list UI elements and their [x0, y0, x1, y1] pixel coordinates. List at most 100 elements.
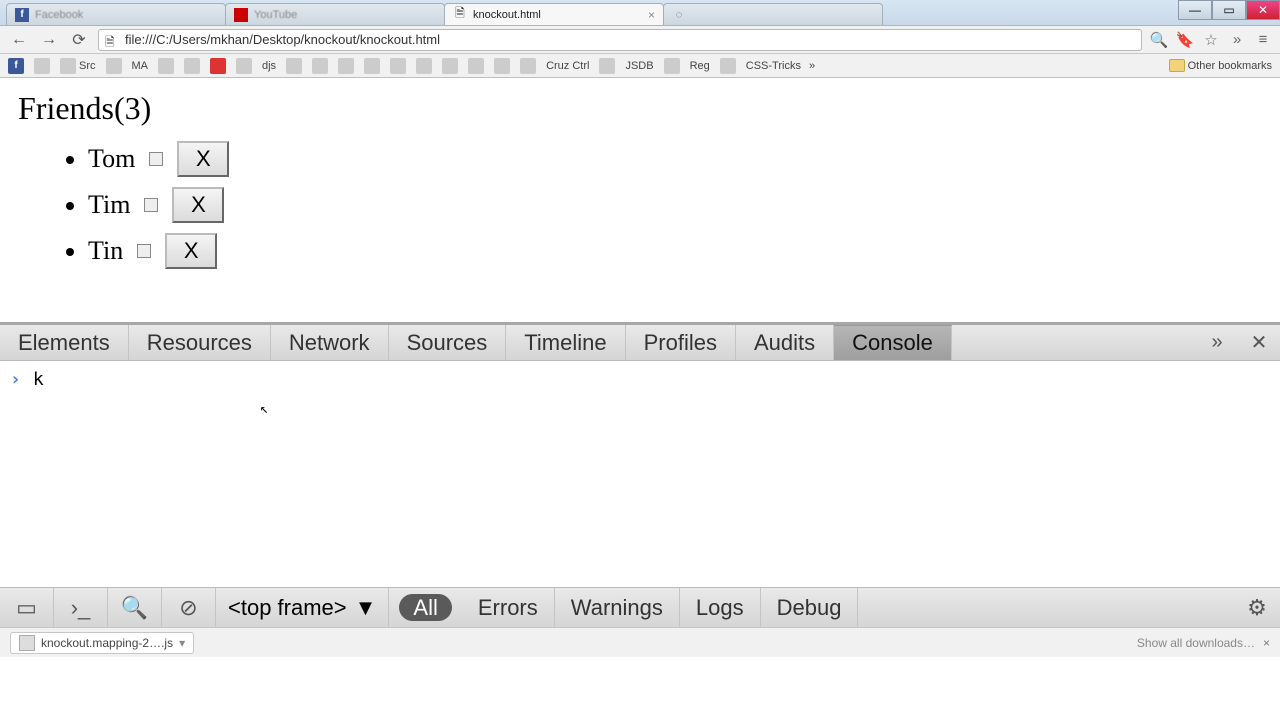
bookmark-item[interactable] [718, 58, 738, 74]
close-tab-icon[interactable]: × [648, 8, 655, 22]
page-viewport: Friends(3) Tom X Tim X Tin X [0, 78, 1280, 322]
checkbox[interactable] [144, 198, 158, 212]
chevron-down-icon[interactable]: ▾ [179, 636, 185, 650]
show-all-downloads[interactable]: Show all downloads… [1137, 636, 1255, 650]
filter-warnings[interactable]: Warnings [555, 588, 680, 627]
browser-tab[interactable]: ◌ [663, 3, 883, 25]
bookmark-item[interactable] [310, 58, 330, 74]
bookmark-icon [236, 58, 252, 74]
bookmark-item[interactable]: djs [260, 60, 278, 72]
bookmark-icon [416, 58, 432, 74]
bookmark-icon [312, 58, 328, 74]
other-bookmarks[interactable]: Other bookmarks [1167, 59, 1274, 72]
menu-icon[interactable]: ≡ [1254, 31, 1272, 49]
bookmark-item[interactable] [492, 58, 512, 74]
address-bar[interactable]: file:///C:/Users/mkhan/Desktop/knockout/… [98, 29, 1142, 51]
tab-strip: f Facebook YouTube knockout.html × ◌ [0, 3, 1280, 25]
bookmark-item[interactable] [156, 58, 176, 74]
bookmark-item[interactable] [32, 58, 52, 74]
bookmark-item[interactable] [336, 58, 356, 74]
dock-icon[interactable]: ▭ [0, 588, 54, 627]
list-item: Tin X [88, 233, 1262, 269]
star-icon[interactable]: ☆ [1202, 31, 1220, 49]
bookmark-item[interactable] [182, 58, 202, 74]
tab-profiles[interactable]: Profiles [626, 325, 736, 360]
bookmark-item[interactable] [597, 58, 617, 74]
devtools-close-icon[interactable]: ✕ [1238, 325, 1280, 360]
download-filename: knockout.mapping-2….js [41, 636, 173, 650]
bookmark-item[interactable] [466, 58, 486, 74]
bookmark-icon [390, 58, 406, 74]
checkbox[interactable] [137, 244, 151, 258]
devtools-panel: Elements Resources Network Sources Timel… [0, 322, 1280, 627]
browser-tab-active[interactable]: knockout.html × [444, 3, 664, 25]
gear-icon[interactable]: ⚙ [1234, 588, 1280, 627]
bookmark-item[interactable] [234, 58, 254, 74]
bookmark-page-icon[interactable]: 🔖 [1176, 31, 1194, 49]
bookmark-item[interactable]: JS [208, 58, 228, 74]
tab-elements[interactable]: Elements [0, 325, 129, 360]
reload-button[interactable]: ⟳ [68, 29, 90, 51]
bookmark-item[interactable] [388, 58, 408, 74]
tab-audits[interactable]: Audits [736, 325, 834, 360]
bookmark-item[interactable]: Cruz Ctrl [544, 60, 591, 72]
tab-console[interactable]: Console [834, 325, 952, 360]
bookmark-icon [599, 58, 615, 74]
bookmark-item[interactable] [362, 58, 382, 74]
folder-icon [1169, 59, 1185, 72]
bookmark-item[interactable]: MA [130, 60, 151, 72]
tab-sources[interactable]: Sources [389, 325, 507, 360]
zoom-icon[interactable]: 🔍 [1150, 31, 1168, 49]
bookmark-item[interactable]: Reg [688, 60, 712, 72]
close-icon[interactable]: × [1263, 636, 1270, 650]
bookmark-item[interactable]: JSB [414, 58, 434, 74]
bookmark-item[interactable]: Src [58, 58, 98, 74]
document-icon [453, 8, 467, 22]
search-icon[interactable]: 🔍 [108, 588, 162, 627]
tab-timeline[interactable]: Timeline [506, 325, 625, 360]
filter-errors[interactable]: Errors [462, 588, 555, 627]
forward-button[interactable]: → [38, 29, 60, 51]
bookmarks-overflow[interactable]: » [809, 60, 815, 72]
friend-name: Tin [88, 236, 123, 266]
bookmark-item[interactable]: JSDB [623, 60, 655, 72]
checkbox[interactable] [149, 152, 163, 166]
bookmark-icon [184, 58, 200, 74]
tab-resources[interactable]: Resources [129, 325, 271, 360]
console-body[interactable]: › ↖ [0, 361, 1280, 587]
browser-tab[interactable]: YouTube [225, 3, 445, 25]
bookmark-item[interactable] [284, 58, 304, 74]
clear-icon[interactable]: ⊘ [162, 588, 216, 627]
window-controls: — ▭ ✕ [1178, 0, 1280, 20]
bookmark-item[interactable] [440, 58, 460, 74]
tab-network[interactable]: Network [271, 325, 389, 360]
bookmark-item[interactable] [104, 58, 124, 74]
filter-all[interactable]: All [399, 594, 451, 621]
list-item: Tim X [88, 187, 1262, 223]
filter-debug[interactable]: Debug [761, 588, 859, 627]
overflow-icon[interactable]: » [1228, 31, 1246, 49]
tabs-overflow-icon[interactable]: » [1196, 325, 1238, 360]
download-item[interactable]: knockout.mapping-2….js ▾ [10, 632, 194, 654]
window-title-bar: f Facebook YouTube knockout.html × ◌ — ▭… [0, 0, 1280, 26]
remove-button[interactable]: X [172, 187, 224, 223]
bookmarks-bar: f Src MA JS djs JSB Cruz Ctrl JSDB Reg C… [0, 54, 1280, 78]
browser-tab[interactable]: f Facebook [6, 3, 226, 25]
page-icon [105, 33, 119, 47]
console-input[interactable] [33, 369, 1167, 390]
bookmark-item[interactable] [518, 58, 538, 74]
maximize-button[interactable]: ▭ [1212, 0, 1246, 20]
bookmark-icon [664, 58, 680, 74]
window-close-button[interactable]: ✕ [1246, 0, 1280, 20]
remove-button[interactable]: X [177, 141, 229, 177]
bookmark-item[interactable]: f [6, 58, 26, 74]
back-button[interactable]: ← [8, 29, 30, 51]
console-toggle-icon[interactable]: ›_ [54, 588, 108, 627]
remove-button[interactable]: X [165, 233, 217, 269]
minimize-button[interactable]: — [1178, 0, 1212, 20]
frame-selector[interactable]: <top frame> ▼ [216, 588, 389, 627]
bookmark-item[interactable]: CSS-Tricks [744, 60, 803, 72]
youtube-icon [234, 8, 248, 22]
bookmark-item[interactable] [662, 58, 682, 74]
filter-logs[interactable]: Logs [680, 588, 761, 627]
